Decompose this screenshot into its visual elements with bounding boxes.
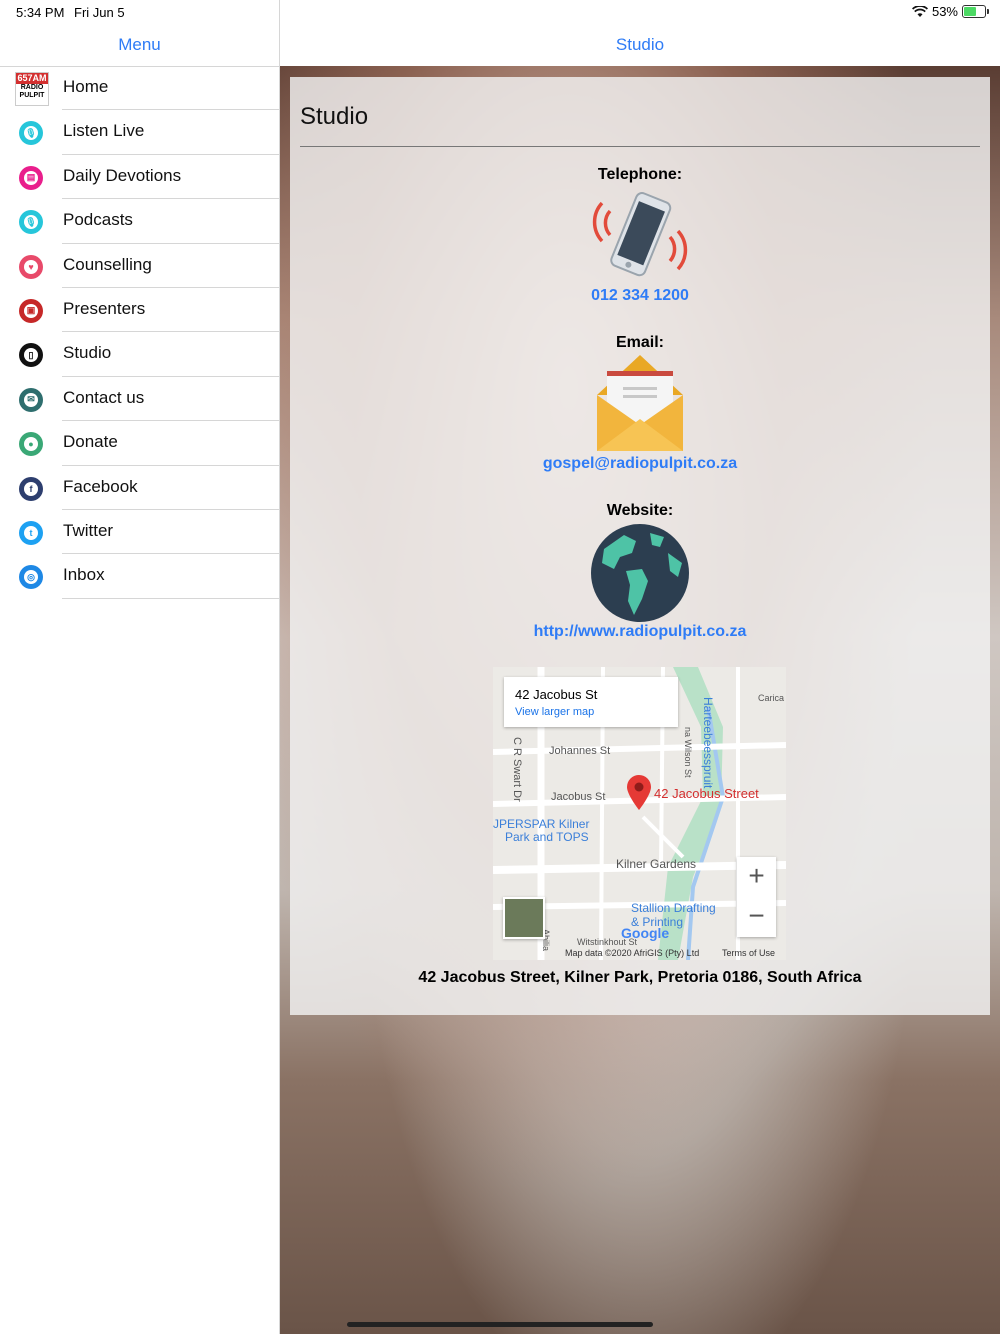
sidebar-item-label: Facebook [63, 476, 138, 496]
sidebar-item-label: Listen Live [63, 121, 145, 141]
sidebar-item-label: Daily Devotions [63, 165, 182, 185]
google-map[interactable]: Johannes St Jacobus St C R Swart Dr Hart… [493, 667, 786, 960]
sidebar-item-label: Twitter [63, 520, 114, 540]
sidebar-item-label: Podcasts [63, 210, 133, 230]
sidebar-item-daily-devotions[interactable]: ▤ Daily Devotions [0, 155, 279, 200]
radio-pulpit-logo-icon: 657AM RADIO PULPIT [15, 72, 49, 106]
map-label: Harteebeesspruit [701, 697, 715, 789]
microphone-icon: 🎙 [19, 210, 43, 235]
website-label: Website: [606, 502, 674, 519]
status-right: 53% [911, 4, 989, 19]
sidebar: Menu 657AM RADIO PULPIT Home 🎙 Listen Live… [0, 0, 280, 1334]
sidebar-item-twitter[interactable]: t Twitter [0, 510, 279, 555]
heart-icon: ♥ [19, 254, 43, 279]
map-label: Stallion Drafting [631, 901, 716, 915]
terms-of-use-link[interactable]: Terms of Use [722, 948, 775, 958]
globe-icon [591, 524, 689, 622]
sidebar-item-label: Inbox [63, 565, 105, 585]
twitter-icon: t [19, 520, 43, 545]
website-link[interactable]: http://www.radiopulpit.co.za [290, 623, 990, 641]
map-label: Park and TOPS [505, 830, 589, 844]
map-pin-icon[interactable] [626, 775, 652, 811]
sidebar-item-contact-us[interactable]: ✉ Contact us [0, 377, 279, 422]
sidebar-item-presenters[interactable]: ▣ Presenters [0, 288, 279, 333]
sidebar-title: Menu [118, 35, 161, 54]
sidebar-menu: 657AM RADIO PULPIT Home 🎙 Listen Live ▤ Da… [0, 66, 279, 599]
map-label: Carica [758, 693, 785, 703]
ringing-phone-icon [592, 192, 688, 277]
sidebar-header: Menu [0, 24, 279, 67]
envelope-icon [597, 355, 683, 451]
map-label: C R Swart Dr [511, 737, 523, 802]
map-pin-label: 42 Jacobus Street [654, 786, 759, 801]
sidebar-item-label: Counselling [63, 254, 152, 274]
zoom-in-button[interactable]: + [737, 857, 776, 897]
sidebar-item-inbox[interactable]: ◎ Inbox [0, 554, 279, 599]
email-link[interactable]: gospel@radiopulpit.co.za [290, 455, 990, 473]
sidebar-item-donate[interactable]: ● Donate [0, 421, 279, 466]
map-infobox-title: 42 Jacobus St [515, 687, 598, 702]
map-label: Johannes St [549, 745, 611, 757]
title-divider [300, 146, 980, 147]
map-label: JPERSPAR Kilner [493, 817, 590, 831]
map-zoom-control: + − [737, 857, 776, 937]
status-time: 5:34 PM [16, 5, 65, 20]
main-panel: Studio Studio Telephone: 012 334 1200 Em… [280, 0, 1000, 1334]
sidebar-item-label: Contact us [63, 387, 145, 407]
donate-icon: ● [19, 432, 43, 457]
sidebar-item-studio[interactable]: ▯ Studio [0, 332, 279, 377]
email-label: Email: [615, 334, 664, 351]
main-nav-title: Studio [615, 35, 665, 54]
map-label: Jacobus St [551, 791, 606, 803]
wifi-icon [911, 5, 928, 17]
battery-percent: 53% [931, 4, 958, 19]
sidebar-item-label: Donate [63, 432, 118, 452]
view-larger-map-link[interactable]: View larger map [515, 706, 594, 718]
map-infobox: 42 Jacobus St View larger map [504, 677, 678, 727]
phone-icon: ▯ [19, 343, 43, 368]
sidebar-item-label: Studio [63, 343, 112, 363]
telephone-link[interactable]: 012 334 1200 [290, 287, 990, 305]
sidebar-item-label: Presenters [63, 298, 146, 318]
presenters-icon: ▣ [19, 298, 43, 323]
satellite-toggle-button[interactable] [503, 897, 545, 939]
main-header: Studio [280, 24, 1000, 66]
sidebar-item-listen-live[interactable]: 🎙 Listen Live [0, 110, 279, 155]
book-icon: ▤ [19, 165, 43, 190]
inbox-icon: ◎ [19, 565, 43, 590]
facebook-icon: f [19, 476, 43, 501]
status-bar: 5:34 PM Fri Jun 5 53% [0, 0, 1000, 24]
telephone-label: Telephone: [597, 166, 683, 183]
sidebar-item-counselling[interactable]: ♥ Counselling [0, 244, 279, 288]
microphone-icon: 🎙 [19, 121, 43, 146]
zoom-out-button[interactable]: − [737, 897, 776, 937]
envelope-icon: ✉ [19, 387, 43, 412]
map-label: na Wilson St [683, 727, 693, 778]
studio-address: 42 Jacobus Street, Kilner Park, Pretoria… [418, 969, 862, 986]
home-indicator [347, 1322, 653, 1327]
status-date: Fri Jun 5 [74, 5, 125, 20]
sidebar-item-podcasts[interactable]: 🎙 Podcasts [0, 199, 279, 244]
google-logo: Google [621, 925, 670, 941]
sidebar-item-label: Home [63, 77, 109, 96]
map-attribution: Map data ©2020 AfriGIS (Pty) Ltd [565, 948, 700, 958]
battery-icon [962, 5, 989, 18]
studio-card: Studio Telephone: 012 334 1200 Email: go… [290, 77, 990, 1015]
sidebar-item-facebook[interactable]: f Facebook [0, 466, 279, 510]
map-label: Kilner Gardens [616, 857, 697, 871]
page-title: Studio [300, 103, 369, 130]
sidebar-item-home[interactable]: 657AM RADIO PULPIT Home [0, 66, 279, 111]
